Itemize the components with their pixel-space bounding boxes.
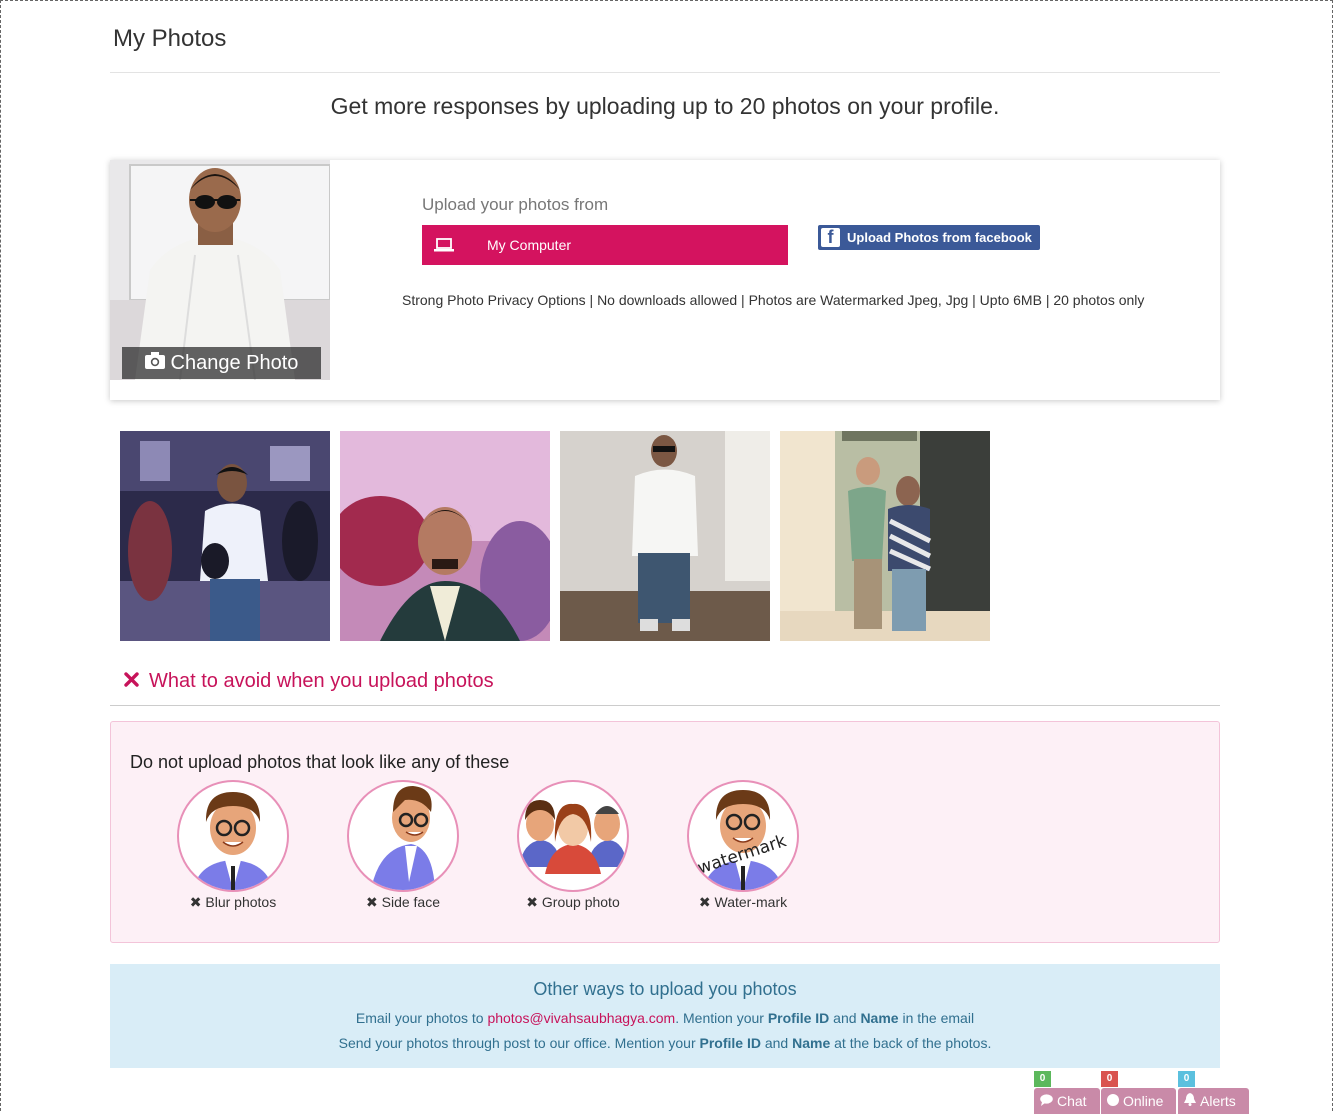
- post-instructions: Send your photos through post to our off…: [338, 1035, 992, 1051]
- online-tab[interactable]: Online: [1101, 1088, 1176, 1114]
- laptop-icon: [434, 238, 454, 252]
- watermark-illustration: watermark: [687, 780, 799, 892]
- cross-icon: ✖: [698, 894, 711, 910]
- blur-photo-illustration: [177, 780, 289, 892]
- cross-icon: ✖: [526, 894, 538, 910]
- alerts-count-badge: 0: [1178, 1071, 1195, 1087]
- avoid-panel: Do not upload photos that look like any …: [110, 721, 1220, 943]
- other-ways-title: Other ways to upload you photos: [533, 979, 797, 999]
- avoid-label: ✖ Water-mark: [698, 894, 788, 910]
- alerts-tab[interactable]: Alerts: [1178, 1088, 1249, 1114]
- avoid-label: ✖ Group photo: [526, 894, 620, 910]
- other-ways-panel: Other ways to upload you photos Email yo…: [110, 964, 1220, 1068]
- email-instructions: Email your photos to photos@vivahsaubhag…: [355, 1010, 975, 1026]
- close-icon: [124, 670, 139, 693]
- upload-from-label: Upload your photos from: [422, 195, 609, 214]
- online-dot-icon: [1107, 1093, 1119, 1109]
- gallery-photo[interactable]: [780, 431, 990, 641]
- online-count-badge: 0: [1101, 1071, 1118, 1087]
- chat-bubble-icon: [1040, 1093, 1053, 1109]
- my-computer-button[interactable]: My Computer: [422, 225, 788, 265]
- facebook-upload-label: Upload Photos from facebook: [847, 230, 1032, 245]
- privacy-note: Strong Photo Privacy Options | No downlo…: [402, 292, 1145, 308]
- bell-icon: [1184, 1093, 1196, 1109]
- chat-count-badge: 0: [1034, 1071, 1051, 1087]
- upload-card: Change Photo Upload your photos from My …: [110, 160, 1220, 400]
- avoid-label: ✖ Blur photos: [189, 894, 277, 910]
- cross-icon: ✖: [366, 894, 378, 910]
- email-link[interactable]: photos@vivahsaubhagya.com: [487, 1010, 675, 1026]
- avoid-item-group: ✖ Group photo: [488, 780, 658, 911]
- avoid-label: ✖ Side face: [366, 894, 440, 910]
- divider: [110, 72, 1220, 73]
- avoid-item-watermark: watermark ✖ Water-mark: [658, 780, 828, 911]
- change-photo-button[interactable]: Change Photo: [122, 347, 321, 379]
- avoid-item-blur: ✖ Blur photos: [148, 780, 318, 911]
- camera-icon: [144, 351, 165, 375]
- avoid-heading: What to avoid when you upload photos: [124, 670, 494, 693]
- divider: [110, 705, 1220, 706]
- side-face-illustration: [347, 780, 459, 892]
- gallery-photo[interactable]: [120, 431, 330, 641]
- facebook-upload-button[interactable]: f Upload Photos from facebook: [818, 225, 1040, 250]
- avoid-item-side-face: ✖ Side face: [318, 780, 488, 911]
- gallery-photo[interactable]: [560, 431, 770, 641]
- cross-icon: ✖: [189, 894, 202, 910]
- headline: Get more responses by uploading up to 20…: [330, 93, 1000, 119]
- my-computer-label: My Computer: [487, 237, 572, 253]
- avoid-subheading: Do not upload photos that look like any …: [130, 752, 510, 772]
- profile-photo[interactable]: Change Photo: [110, 160, 330, 380]
- photo-gallery: [120, 431, 990, 641]
- page-title: My Photos: [113, 25, 227, 52]
- chat-tab[interactable]: Chat: [1034, 1088, 1100, 1114]
- change-photo-label: Change Photo: [170, 351, 299, 374]
- facebook-icon: f: [821, 228, 840, 247]
- gallery-photo[interactable]: [340, 431, 550, 641]
- group-photo-illustration: [517, 780, 629, 892]
- avoid-heading-text: What to avoid when you upload photos: [149, 670, 494, 692]
